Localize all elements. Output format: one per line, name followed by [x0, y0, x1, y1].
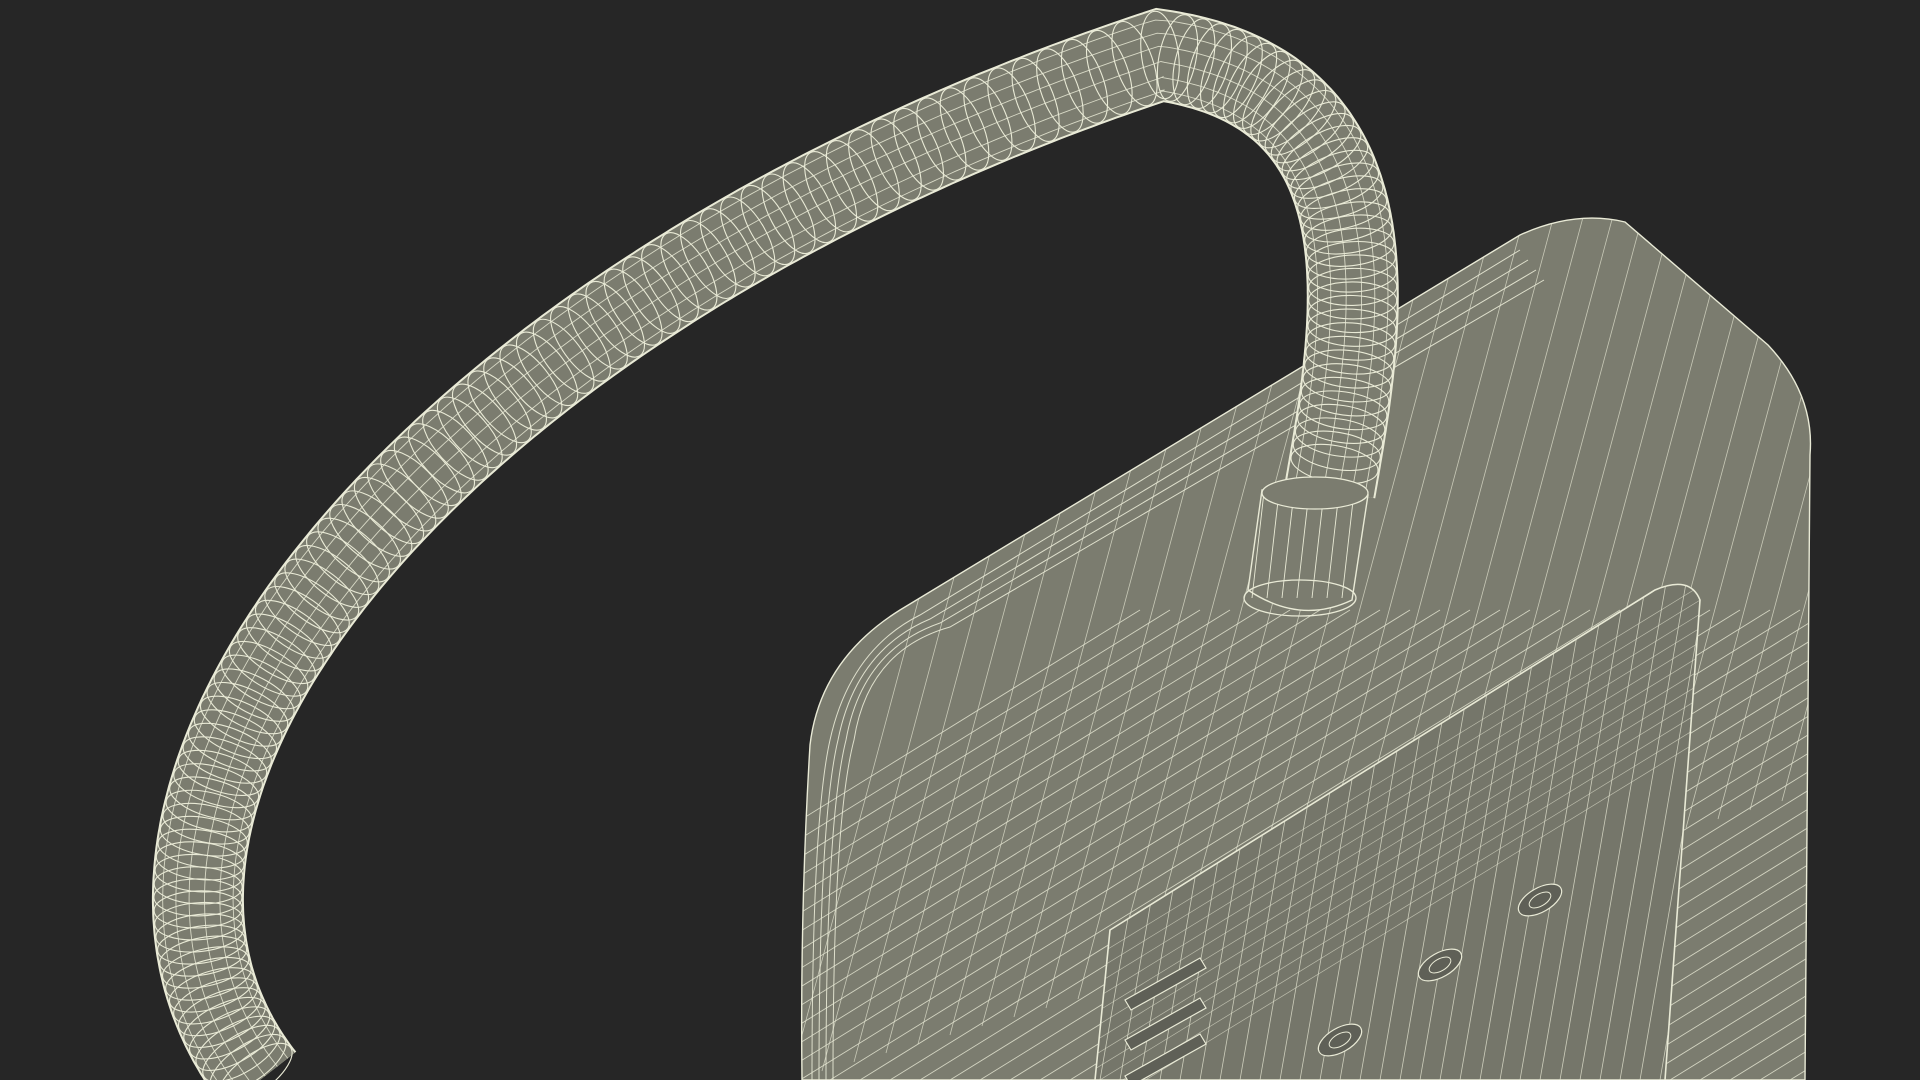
mesh-line [1880, 610, 1920, 1080]
mesh-line [1846, 0, 1920, 783]
mesh-line [1814, 0, 1920, 792]
mesh-line [1820, 610, 1920, 1080]
mesh-line [1850, 610, 1920, 1080]
mesh-line [1789, 609, 1811, 1080]
device-body [800, 0, 1920, 1080]
hose-collar [1243, 476, 1369, 617]
render-viewport [0, 0, 1920, 1080]
mesh-line [1910, 610, 1920, 1080]
collar-rim [1261, 476, 1369, 510]
wireframe-render [151, 0, 1920, 1080]
